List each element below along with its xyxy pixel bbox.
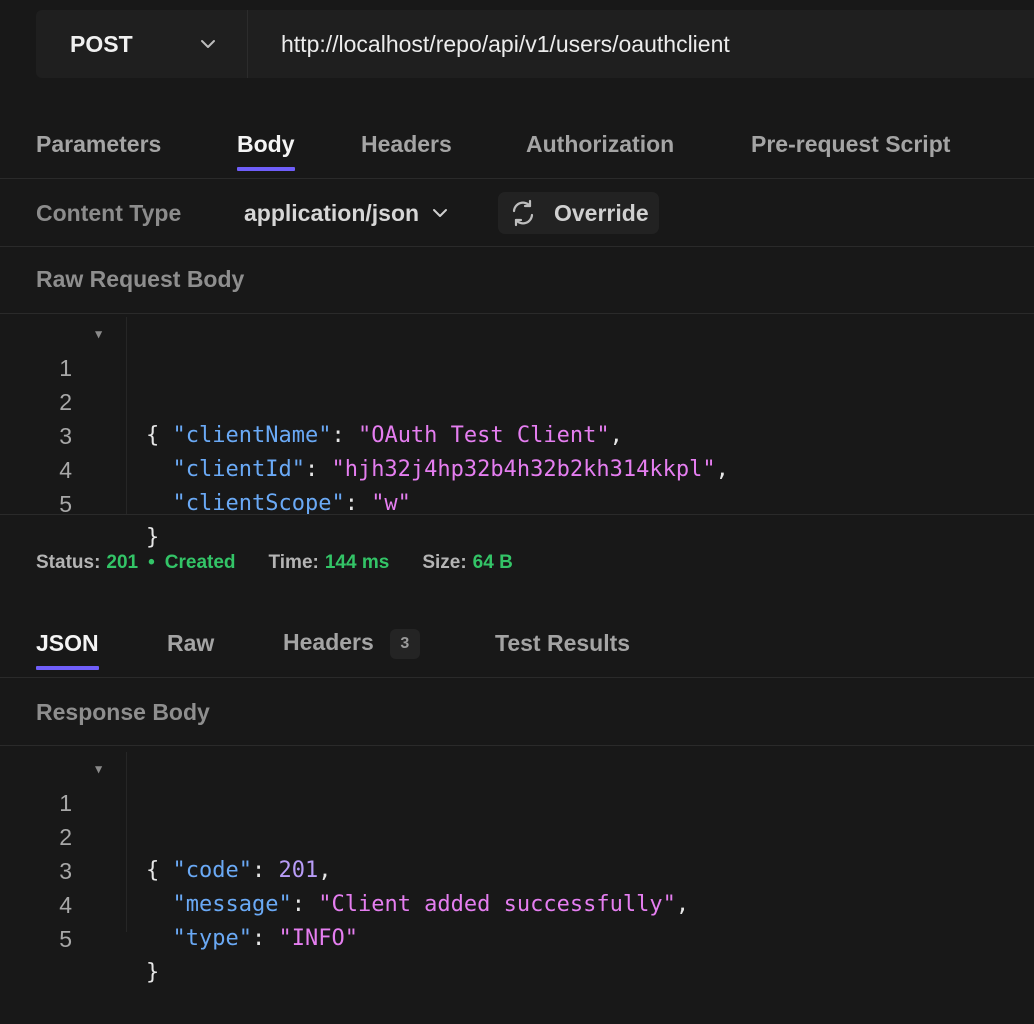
tab-raw[interactable]: Raw bbox=[167, 630, 214, 657]
tab-body[interactable]: Body bbox=[237, 131, 295, 171]
status-label: Status: bbox=[36, 552, 101, 573]
fold-caret-icon[interactable]: ▼ bbox=[95, 752, 102, 786]
editor-gutter-line bbox=[126, 752, 127, 932]
content-type-row: Content Type application/json Override bbox=[0, 180, 1034, 247]
code-line: 1 ▼ { bbox=[0, 752, 159, 883]
override-label: Override bbox=[554, 199, 649, 226]
code-text: } bbox=[146, 525, 160, 550]
content-type-label: Content Type bbox=[36, 199, 182, 226]
override-button[interactable]: Override bbox=[498, 192, 659, 234]
code-text: "clientScope": "w" bbox=[172, 491, 411, 516]
code-line: 5 } bbox=[0, 888, 159, 985]
code-line: 2 "code": 201, bbox=[0, 786, 331, 883]
response-body-label: Response Body bbox=[36, 699, 210, 725]
chevron-down-icon bbox=[201, 40, 215, 48]
code-text: "code": 201, bbox=[172, 858, 332, 883]
code-line: 3 "clientId": "hjh32j4hp32b4h32b2kh314kk… bbox=[0, 385, 729, 482]
code-text: "type": "INFO" bbox=[172, 926, 358, 951]
response-tabs: JSON Raw Headers 3 Test Results bbox=[0, 629, 1034, 678]
tab-response-headers[interactable]: Headers 3 bbox=[283, 629, 420, 659]
request-body-editor[interactable]: 1 ▼ { 2 "clientName": "OAuth Test Client… bbox=[0, 317, 1034, 550]
url-input[interactable]: http://localhost/repo/api/v1/users/oauth… bbox=[248, 31, 730, 58]
method-label: POST bbox=[70, 30, 133, 57]
size-value: 64 B bbox=[472, 552, 513, 573]
tab-headers[interactable]: Headers bbox=[361, 131, 452, 158]
divider bbox=[0, 514, 1034, 515]
code-line: 1 ▼ { bbox=[0, 317, 159, 448]
code-text: "clientName": "OAuth Test Client", bbox=[172, 423, 623, 448]
method-select[interactable]: POST bbox=[36, 10, 248, 78]
editor-gutter-line bbox=[126, 317, 127, 514]
tab-label: Headers bbox=[283, 629, 374, 656]
tab-authorization[interactable]: Authorization bbox=[526, 131, 674, 158]
tab-json[interactable]: JSON bbox=[36, 630, 99, 670]
code-line: 3 "message": "Client added successfully"… bbox=[0, 820, 689, 917]
request-url-bar: POST http://localhost/repo/api/v1/users/… bbox=[36, 10, 1034, 78]
request-tabs: Parameters Body Headers Authorization Pr… bbox=[0, 131, 1034, 179]
line-number: 5 bbox=[59, 491, 72, 517]
code-line: 4 "clientScope": "w" bbox=[0, 419, 411, 516]
size-label: Size: bbox=[422, 552, 467, 573]
content-type-select[interactable]: application/json bbox=[244, 200, 449, 227]
response-status-bar: Status: 201 • Created Time: 144 ms Size:… bbox=[36, 552, 513, 574]
tab-pre-request-script[interactable]: Pre-request Script bbox=[751, 131, 950, 158]
refresh-icon bbox=[512, 199, 534, 227]
chevron-down-icon bbox=[433, 209, 448, 217]
status-code: 201 bbox=[106, 552, 139, 573]
code-text: "message": "Client added successfully", bbox=[172, 892, 690, 917]
content-type-value: application/json bbox=[244, 199, 420, 226]
tab-test-results[interactable]: Test Results bbox=[495, 630, 630, 657]
code-line: 2 "clientName": "OAuth Test Client", bbox=[0, 351, 623, 448]
code-line: 5 } bbox=[0, 453, 159, 550]
fold-caret-icon[interactable]: ▼ bbox=[95, 317, 102, 351]
code-text: } bbox=[146, 960, 160, 985]
time-value: 144 ms bbox=[324, 552, 390, 573]
raw-request-body-label: Raw Request Body bbox=[36, 266, 245, 292]
response-body-viewer[interactable]: 1 ▼ { 2 "code": 201, 3 "message": "Clien… bbox=[0, 752, 1034, 985]
code-text: "clientId": "hjh32j4hp32b4h32b2kh314kkpl… bbox=[172, 457, 729, 482]
divider bbox=[0, 313, 1034, 314]
divider bbox=[0, 745, 1034, 746]
tab-parameters[interactable]: Parameters bbox=[36, 131, 161, 158]
time-label: Time: bbox=[268, 552, 319, 573]
headers-count-badge: 3 bbox=[389, 629, 420, 659]
status-dot: • bbox=[148, 552, 155, 573]
code-line: 4 "type": "INFO" bbox=[0, 854, 358, 951]
status-text: Created bbox=[164, 552, 236, 573]
line-number: 5 bbox=[59, 926, 72, 952]
